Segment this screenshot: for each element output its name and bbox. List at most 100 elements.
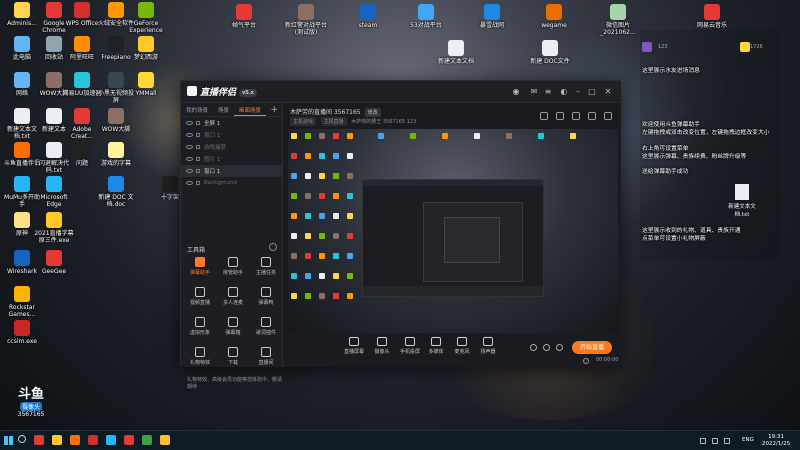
wechat-icon[interactable] (142, 435, 152, 445)
tool-item[interactable]: 多人连麦 (218, 287, 248, 306)
studio-icon[interactable] (160, 435, 170, 445)
desktop-icon[interactable]: 53对战平台 (404, 4, 448, 29)
action-button[interactable]: 手机投屏 (398, 337, 422, 355)
action-button[interactable]: 扬声器 (476, 337, 500, 355)
lock-icon[interactable] (196, 121, 200, 125)
desktop-icon[interactable]: 梦幻西游 (126, 36, 166, 61)
start-stream-button[interactable]: 开始直播 (572, 341, 612, 354)
tab-my-scenes[interactable]: 我的场景 (181, 103, 213, 116)
source-item[interactable]: 游戏捕获 (181, 141, 282, 153)
gift-icon[interactable] (540, 112, 548, 120)
eye-icon[interactable] (186, 133, 193, 137)
notification-icon[interactable]: ✉ (529, 87, 539, 97)
desktop-icon[interactable]: 暴雪战网 (470, 4, 514, 29)
eye-icon[interactable] (186, 121, 193, 125)
eye-icon[interactable] (543, 344, 550, 351)
desktop-icon[interactable]: 2021直播字幕原三件.exe (34, 212, 74, 244)
tab-scenes[interactable]: 场景 (213, 103, 234, 116)
tool-item[interactable]: 歌词插件 (251, 317, 281, 336)
tool-item[interactable]: 视频直播 (185, 287, 215, 306)
stream-preview[interactable] (288, 129, 618, 333)
desktop-icon[interactable]: wegame (532, 4, 576, 29)
edit-room-button[interactable]: 修改 (364, 108, 381, 117)
desktop-icon[interactable]: GeeGee (34, 250, 74, 275)
streaming-studio-window[interactable]: 直播伴侣 v5.x ◉ ✉ ≡ ◐ – □ ✕ 我的场景 场景 画面场景 + 全屏… (180, 80, 621, 390)
tool-item[interactable]: 主播任务 (251, 257, 281, 276)
desktop-icon[interactable]: steam (346, 4, 390, 29)
lock-icon[interactable] (196, 133, 200, 137)
settings-icon[interactable] (572, 112, 580, 120)
menu-icon[interactable]: ≡ (543, 87, 553, 97)
add-scene-icon[interactable]: + (270, 105, 278, 115)
edge-icon[interactable] (106, 435, 116, 445)
desktop-icon[interactable]: 新建文本文档.txt (722, 184, 762, 218)
lock-icon[interactable] (196, 157, 200, 161)
desktop-icon[interactable]: 游戏的字幕 (96, 142, 136, 167)
chrome-icon[interactable] (34, 435, 44, 445)
desktop-icon[interactable]: ccsim.exe (2, 320, 42, 345)
camera-toggle-icon[interactable] (530, 344, 537, 351)
studio-title-bar[interactable]: 直播伴侣 v5.x ◉ ✉ ≡ ◐ – □ ✕ (181, 81, 621, 103)
lock-icon[interactable] (196, 169, 200, 173)
source-item[interactable]: 窗口 1 (181, 165, 282, 177)
tool-item[interactable]: 弹幕箱 (218, 317, 248, 336)
tool-item[interactable]: 礼物特效 (185, 347, 215, 366)
input-language[interactable]: ENG (742, 437, 754, 443)
lock-icon[interactable] (196, 181, 200, 185)
tool-item[interactable]: 直播间 (251, 347, 281, 366)
tray-icon[interactable] (700, 438, 706, 444)
desktop-icon[interactable]: 新建 DOC 文档.doc (96, 176, 136, 208)
tab-screen-scenes[interactable]: 画面场景 (234, 103, 267, 116)
tool-item[interactable]: 房管助手 (218, 257, 248, 276)
desktop-icon[interactable]: 新红警对战平台(测试版) (284, 4, 328, 36)
start-menu-icon[interactable] (4, 436, 13, 445)
source-item[interactable]: Background (181, 177, 282, 189)
source-item[interactable]: 全屏 1 (181, 117, 282, 129)
skin-icon[interactable]: ◐ (559, 87, 569, 97)
tool-item[interactable]: 下载 (218, 347, 248, 366)
eye-icon[interactable] (186, 181, 193, 185)
avatar-icon[interactable]: ◉ (511, 87, 521, 97)
eye-icon[interactable] (186, 157, 193, 161)
desktop-icon[interactable]: YMMall (126, 72, 166, 97)
folder-icon[interactable] (52, 435, 62, 445)
source-item[interactable]: 窗口 1 (181, 129, 282, 141)
tool-item[interactable]: 虚拟形象 (185, 317, 215, 336)
desktop-icon[interactable]: GeForce Experience (126, 2, 166, 34)
eye-icon[interactable] (186, 145, 193, 149)
tool-item[interactable]: 弹幕助手 (185, 257, 215, 276)
desktop-icon[interactable]: Microsoft Edge (34, 176, 74, 208)
action-button[interactable]: 多媒体 (424, 337, 448, 355)
action-button[interactable]: 摄像头 (370, 337, 394, 355)
network-icon[interactable] (712, 438, 718, 444)
desktop-icon[interactable]: 帧气平台 (222, 4, 266, 29)
search-icon[interactable] (18, 435, 26, 443)
app-icon[interactable] (124, 435, 134, 445)
danmaku-overlay[interactable]: 123 1726 这里展示水友进场消息 欢迎使用斗鱼弹幕助手 左键拖拽或双击改变… (640, 30, 780, 260)
fans-icon[interactable] (588, 112, 596, 120)
wps-icon[interactable] (88, 435, 98, 445)
share-icon[interactable] (604, 112, 612, 120)
lock-icon[interactable] (196, 145, 200, 149)
desktop-icon[interactable]: 新建文本文档 (436, 40, 476, 65)
douyu-icon[interactable] (70, 435, 80, 445)
room-tag[interactable]: 主机直播 (320, 117, 347, 126)
desktop-icon[interactable]: 新建 DOC文件 (530, 40, 570, 65)
room-tag[interactable]: 主机游戏 (290, 117, 317, 126)
record-icon[interactable] (556, 112, 564, 120)
desktop-icon[interactable]: WOW大脚 (96, 108, 136, 133)
action-button[interactable]: 直播屏幕 (342, 337, 366, 355)
volume-icon[interactable] (724, 438, 730, 444)
toolbox-settings-icon[interactable] (269, 243, 277, 251)
gear-icon[interactable] (556, 344, 563, 351)
minimize-icon[interactable]: – (573, 87, 583, 97)
desktop-icon[interactable]: 网易云音乐 (690, 4, 734, 29)
eye-icon[interactable] (186, 169, 193, 173)
maximize-icon[interactable]: □ (587, 87, 597, 97)
tool-item[interactable]: 弹幕鸭 (251, 287, 281, 306)
desktop-icon[interactable]: 微信图片_2021062... (596, 4, 640, 36)
clock[interactable]: 19:31 2022/1/25 (762, 434, 790, 448)
source-item[interactable]: 图片 1 (181, 153, 282, 165)
action-button[interactable]: 麦克风 (450, 337, 474, 355)
close-icon[interactable]: ✕ (603, 87, 613, 97)
